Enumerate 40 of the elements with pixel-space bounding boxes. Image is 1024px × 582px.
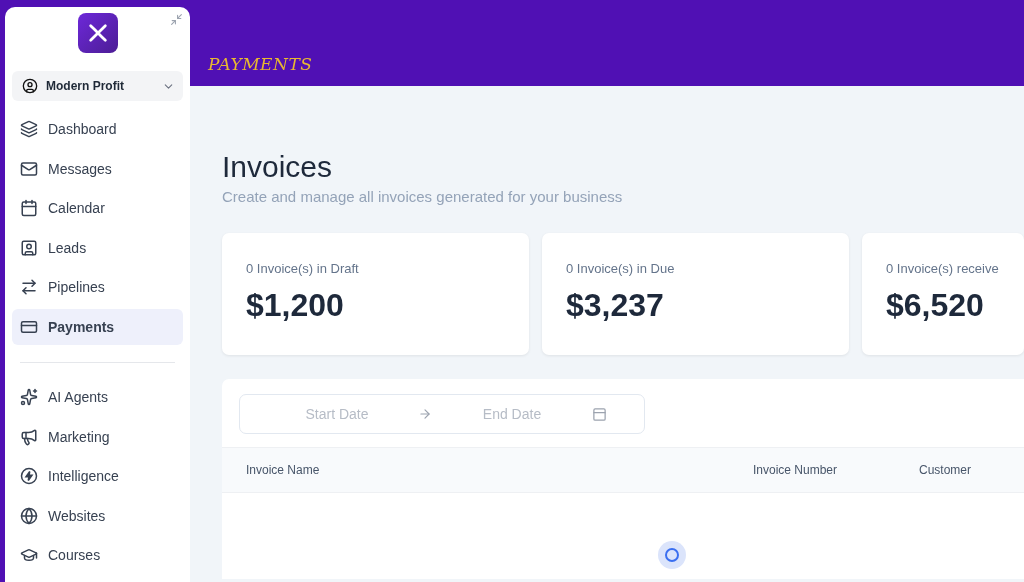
sidebar-item[interactable]: Pipelines <box>12 269 183 305</box>
stat-value: $6,520 <box>886 287 984 324</box>
calendar-icon <box>20 199 38 217</box>
column-header: Invoice Number <box>753 463 839 477</box>
arrow-icon <box>417 407 432 421</box>
megaphone-icon <box>20 427 38 446</box>
layers-icon <box>20 120 38 138</box>
column-header: Invoice Name <box>246 463 321 477</box>
stat-label: 0 Invoice(s) in Draft <box>246 261 359 276</box>
page-subtitle: Create and manage all invoices generated for your business <box>222 188 624 205</box>
sidebar-item[interactable]: Calendar <box>12 190 183 226</box>
section-title: PAYMENTS <box>208 54 313 74</box>
graduation-cap-icon <box>20 546 38 564</box>
user-avatar-icon <box>22 78 38 94</box>
sidebar-item[interactable]: Marketing <box>12 418 183 455</box>
stat-label: 0 Invoice(s) in Due <box>566 261 675 276</box>
sidebar-item[interactable]: Intelligence <box>12 458 183 494</box>
sparkle-icon <box>20 388 38 406</box>
contact-card-icon <box>20 238 38 257</box>
account-selector[interactable]: Modern Profit <box>12 71 183 101</box>
date-range-field[interactable]: Start Date End Date <box>239 394 645 434</box>
sidebar-item[interactable]: Dashboard <box>12 111 183 147</box>
stat-label: 0 Invoice(s) receive <box>886 261 999 276</box>
collapse-button[interactable] <box>170 13 183 26</box>
page-title: Invoices <box>222 150 334 184</box>
sidebar-item[interactable]: AI Agents <box>12 379 183 415</box>
sidebar-item[interactable]: Payments <box>12 308 183 345</box>
mail-icon <box>20 159 38 178</box>
sidebar-item[interactable]: Messages <box>12 150 183 187</box>
lightning-circle-icon <box>20 467 38 485</box>
arrows-icon <box>20 278 38 296</box>
calendar-icon <box>592 406 607 422</box>
sidebar-item[interactable]: Websites <box>12 497 183 534</box>
globe-icon <box>20 506 38 525</box>
logo <box>77 13 118 53</box>
sidebar-item[interactable]: Courses <box>12 537 183 573</box>
stat-value: $3,237 <box>566 287 664 324</box>
sidebar-item[interactable]: Leads <box>12 229 183 266</box>
stat-value: $1,200 <box>246 287 344 324</box>
column-header: Customer <box>919 463 972 477</box>
